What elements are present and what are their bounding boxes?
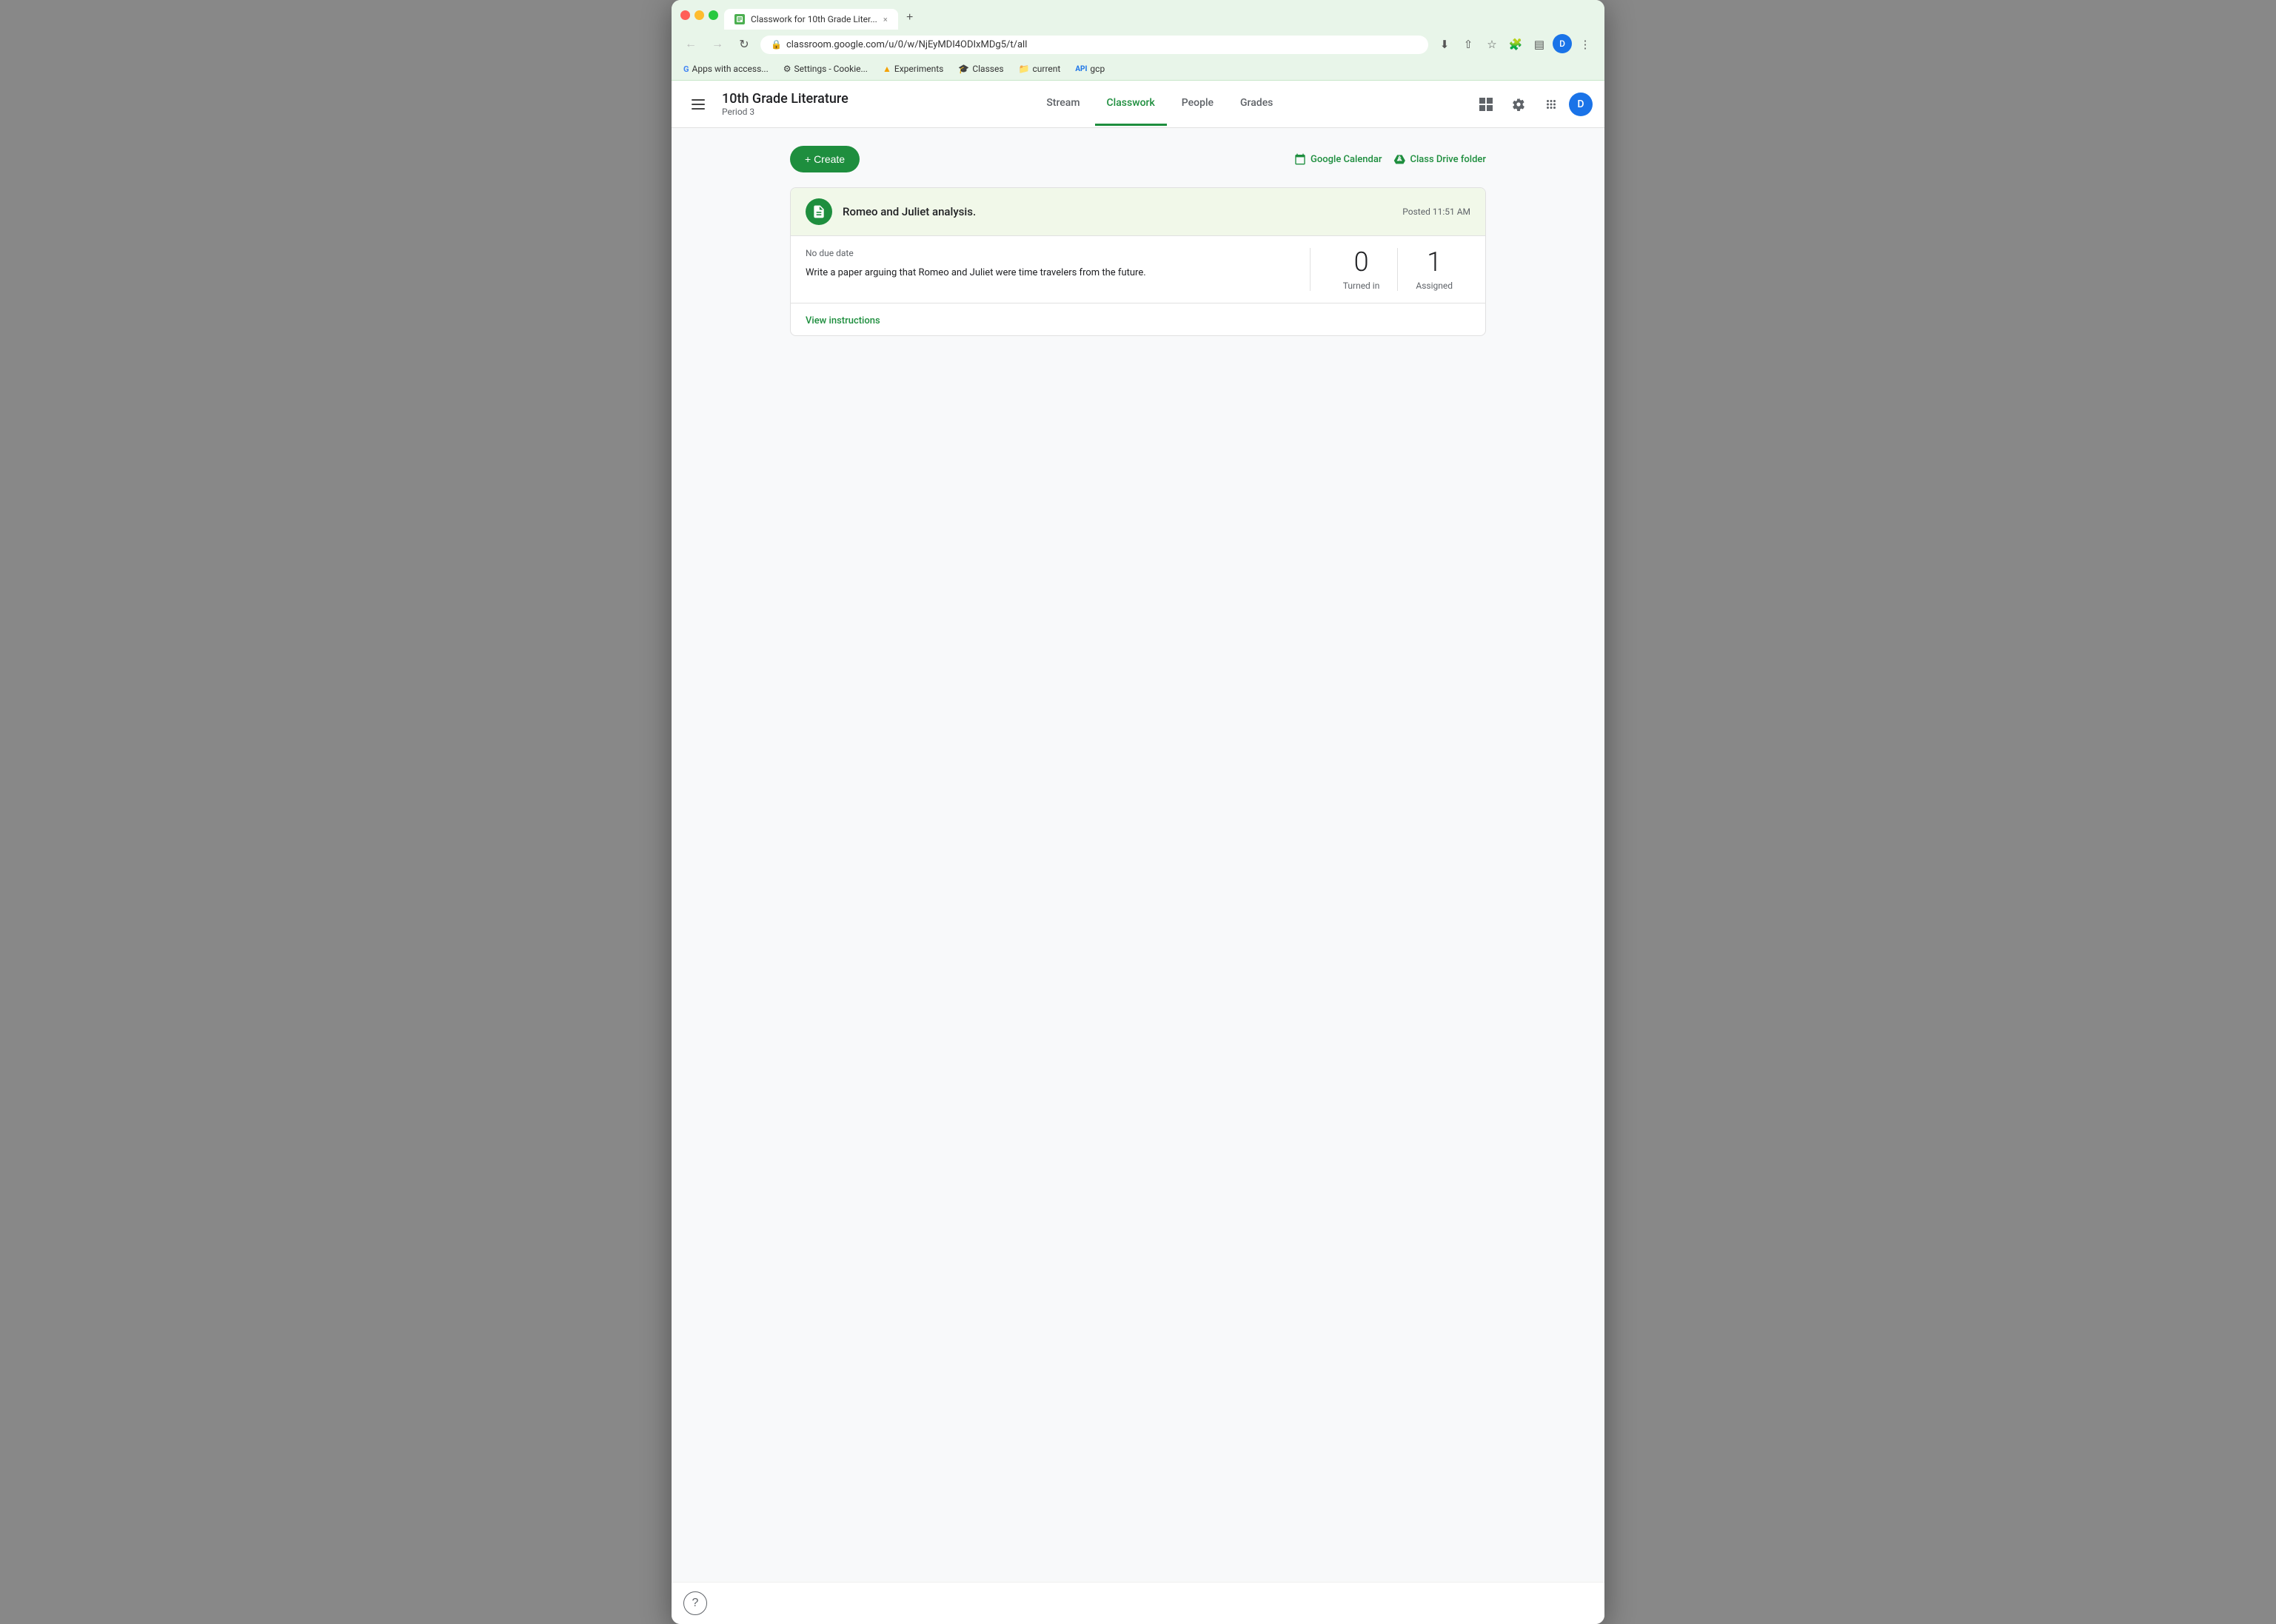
bookmarks-bar: G Apps with access... ⚙ Settings - Cooki… — [672, 59, 1604, 81]
google-calendar-label: Google Calendar — [1311, 154, 1382, 165]
download-icon[interactable]: ⬇ — [1434, 34, 1455, 55]
content-toolbar: + Create Google Calendar Class Drive fol… — [790, 146, 1486, 172]
tab-grades[interactable]: Grades — [1228, 82, 1285, 126]
bookmark-apps[interactable]: G Apps with access... — [680, 62, 772, 76]
bookmark-experiments-label: Experiments — [894, 64, 944, 74]
class-title: 10th Grade Literature — [722, 91, 849, 107]
tab-people[interactable]: People — [1170, 82, 1225, 126]
address-bar: ← → ↻ 🔒 classroom.google.com/u/0/w/NjEyM… — [672, 30, 1604, 59]
header-actions: D — [1471, 90, 1593, 119]
stats-area: 0 Turned in 1 Assigned — [1310, 248, 1470, 291]
classes-icon: 🎓 — [958, 64, 969, 74]
lock-icon: 🔒 — [771, 39, 782, 50]
minimize-button[interactable] — [694, 10, 704, 20]
browser-window: Classwork for 10th Grade Liter... × + ← … — [672, 0, 1604, 1624]
new-tab-button[interactable]: + — [900, 7, 920, 28]
turned-in-stat[interactable]: 0 Turned in — [1325, 248, 1398, 291]
url-text: classroom.google.com/u/0/w/NjEyMDI4ODIxM… — [786, 39, 1418, 50]
assignment-title: Romeo and Juliet analysis. — [843, 205, 1402, 218]
bookmark-current-label: current — [1032, 64, 1060, 74]
bookmark-current[interactable]: 📁 current — [1016, 62, 1064, 76]
class-info: 10th Grade Literature Period 3 — [722, 91, 849, 117]
settings-icon: ⚙ — [783, 64, 791, 74]
assignment-icon — [806, 198, 832, 225]
active-tab[interactable]: Classwork for 10th Grade Liter... × — [724, 9, 898, 30]
assignment-description: Write a paper arguing that Romeo and Jul… — [806, 266, 1295, 281]
class-drive-link[interactable]: Class Drive folder — [1393, 153, 1486, 165]
turned-in-count: 0 — [1343, 248, 1380, 278]
tab-stream[interactable]: Stream — [1034, 82, 1091, 126]
back-button[interactable]: ← — [680, 34, 701, 55]
footer: ? — [672, 1582, 1604, 1624]
address-actions: ⬇ ⇧ ☆ 🧩 ▤ D ⋮ — [1434, 34, 1596, 55]
folder-icon: 📁 — [1019, 64, 1030, 74]
app-content: 10th Grade Literature Period 3 Stream Cl… — [672, 81, 1604, 1582]
bookmark-apps-label: Apps with access... — [692, 64, 769, 74]
assignment-card: Romeo and Juliet analysis. Posted 11:51 … — [790, 187, 1486, 336]
header-nav: Stream Classwork People Grades — [1034, 82, 1285, 126]
maximize-button[interactable] — [709, 10, 718, 20]
bookmark-gcp[interactable]: API gcp — [1072, 62, 1108, 76]
extension-icon[interactable]: 🧩 — [1505, 34, 1526, 55]
table-icon[interactable] — [1471, 90, 1501, 119]
class-drive-label: Class Drive folder — [1410, 154, 1486, 165]
more-options-icon[interactable]: ⋮ — [1575, 34, 1596, 55]
view-instructions-link[interactable]: View instructions — [806, 315, 880, 326]
assignment-details: No due date Write a paper arguing that R… — [806, 248, 1295, 281]
turned-in-label: Turned in — [1343, 281, 1380, 291]
share-icon[interactable]: ⇧ — [1458, 34, 1479, 55]
bookmark-gcp-label: gcp — [1090, 64, 1105, 74]
bookmark-experiments[interactable]: ▲ Experiments — [880, 62, 946, 76]
settings-icon[interactable] — [1504, 90, 1533, 119]
bookmark-settings-label: Settings - Cookie... — [794, 64, 868, 74]
card-header: Romeo and Juliet analysis. Posted 11:51 … — [791, 188, 1485, 236]
google-calendar-link[interactable]: Google Calendar — [1294, 153, 1382, 165]
gc-main: + Create Google Calendar Class Drive fol… — [672, 128, 1604, 1582]
card-footer: View instructions — [791, 303, 1485, 335]
tab-title: Classwork for 10th Grade Liter... — [751, 14, 877, 24]
profile-avatar-sm[interactable]: D — [1553, 34, 1572, 53]
apps-icon[interactable] — [1536, 90, 1566, 119]
assigned-label: Assigned — [1416, 281, 1453, 291]
bookmark-settings[interactable]: ⚙ Settings - Cookie... — [780, 62, 871, 76]
api-icon: API — [1075, 65, 1087, 73]
assigned-count: 1 — [1416, 248, 1453, 278]
card-body: No due date Write a paper arguing that R… — [791, 236, 1485, 303]
help-button[interactable]: ? — [683, 1591, 707, 1615]
refresh-button[interactable]: ↻ — [734, 34, 754, 55]
google-icon: G — [683, 64, 689, 74]
assigned-stat[interactable]: 1 Assigned — [1397, 248, 1470, 291]
traffic-lights — [680, 10, 718, 27]
content-area: + Create Google Calendar Class Drive fol… — [790, 146, 1486, 336]
tab-close-icon[interactable]: × — [883, 15, 888, 24]
tab-favicon — [734, 14, 745, 24]
bookmark-icon[interactable]: ☆ — [1482, 34, 1502, 55]
bookmark-classes[interactable]: 🎓 Classes — [955, 62, 1006, 76]
close-button[interactable] — [680, 10, 690, 20]
profile-avatar[interactable]: D — [1569, 93, 1593, 116]
url-bar[interactable]: 🔒 classroom.google.com/u/0/w/NjEyMDI4ODI… — [760, 36, 1428, 54]
experiments-icon: ▲ — [883, 64, 891, 74]
posted-time: Posted 11:51 AM — [1402, 207, 1470, 217]
class-period: Period 3 — [722, 107, 849, 117]
create-button[interactable]: + Create — [790, 146, 860, 172]
due-date: No due date — [806, 248, 1295, 258]
sidebar-toggle-icon[interactable]: ▤ — [1529, 34, 1550, 55]
menu-button[interactable] — [683, 90, 713, 119]
forward-button[interactable]: → — [707, 34, 728, 55]
tabs-row: Classwork for 10th Grade Liter... × + — [724, 7, 1575, 30]
toolbar-links: Google Calendar Class Drive folder — [1294, 153, 1486, 165]
tab-classwork[interactable]: Classwork — [1095, 82, 1167, 126]
bookmark-classes-label: Classes — [972, 64, 1003, 74]
gc-header: 10th Grade Literature Period 3 Stream Cl… — [672, 81, 1604, 128]
title-bar: Classwork for 10th Grade Liter... × + — [672, 0, 1604, 30]
